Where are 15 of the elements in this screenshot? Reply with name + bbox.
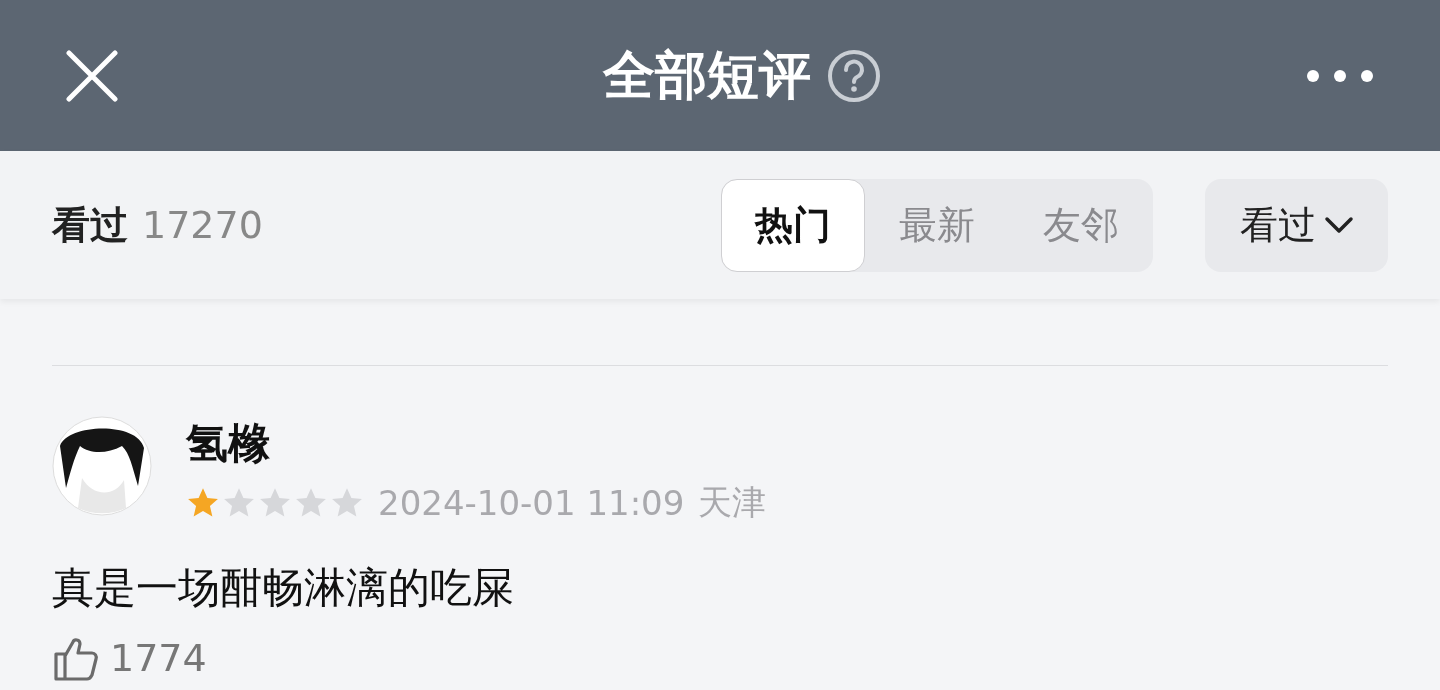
review-count: 17270 (142, 202, 263, 247)
help-icon[interactable] (827, 48, 881, 103)
more-icon[interactable] (1306, 68, 1374, 83)
page-title: 全部短评 (603, 43, 811, 107)
sort-tab[interactable]: 热门 (721, 178, 865, 272)
avatar[interactable] (52, 416, 152, 516)
filter-label: 看过 (52, 201, 128, 249)
comment-text: 真是一场酣畅淋漓的吃屎 (52, 562, 515, 614)
comment-time: 2024-10-01 11:09 (378, 483, 685, 523)
chevron-down-icon (1323, 216, 1354, 234)
comment-location: 天津 (698, 481, 767, 524)
status-dropdown[interactable]: 看过 (1205, 178, 1388, 272)
like-count: 1774 (110, 636, 207, 680)
username[interactable]: 氢橼 (186, 416, 767, 472)
close-icon[interactable] (66, 49, 118, 102)
